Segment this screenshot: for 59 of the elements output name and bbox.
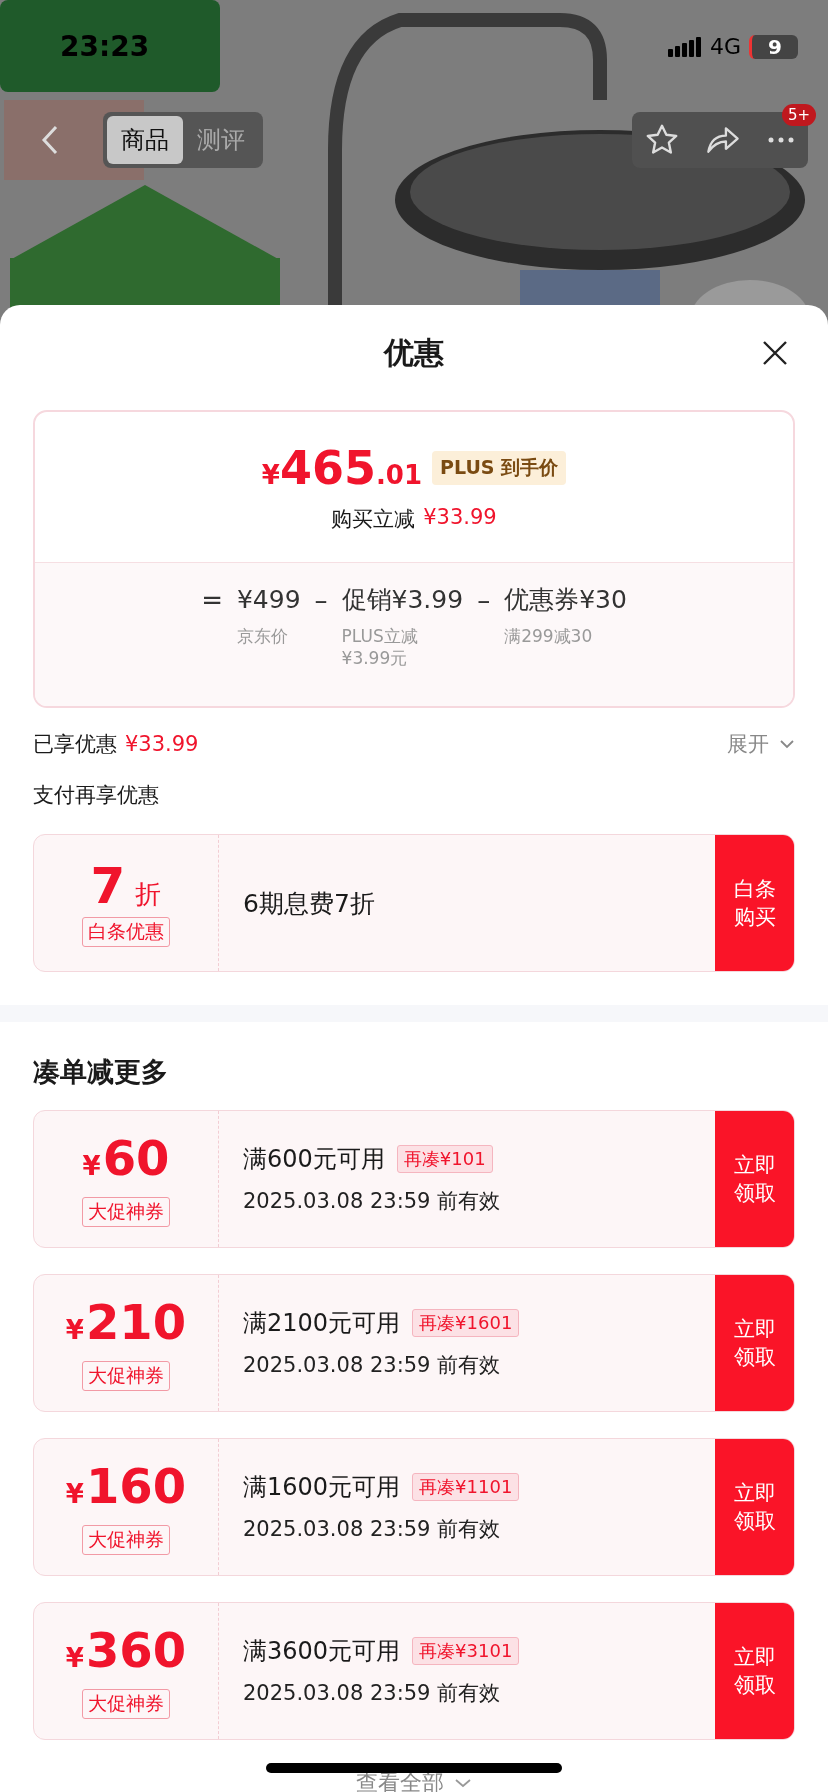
back-icon[interactable] [40, 124, 60, 156]
coupon-validity: 2025.03.08 23:59 前有效 [243, 1352, 502, 1379]
claim-button[interactable]: 立即领取 [715, 1111, 794, 1247]
coupon-condition: 满600元可用 [243, 1144, 385, 1175]
close-icon[interactable] [762, 340, 788, 366]
saving-value: ¥33.99 [423, 505, 497, 531]
formula-value: 促销¥3.99 [341, 584, 464, 616]
section-title: 凑单减更多 [33, 1055, 169, 1089]
formula-caption: PLUS立减¥3.99元 [341, 625, 419, 669]
offer-description: 6期息费7折 [243, 887, 376, 920]
battery-indicator: 9 [749, 34, 798, 59]
claim-button[interactable]: 立即领取 [715, 1275, 794, 1411]
saving-label: 购买立减 [331, 506, 416, 533]
tab[interactable]: 商品 [107, 116, 183, 164]
signal-icon [667, 36, 702, 57]
final-price: ¥465.01 [261, 441, 423, 495]
offer-tag: 白条优惠 [82, 917, 170, 947]
discount-value: 7 [90, 859, 126, 913]
remaining-amount-tag: 再凑¥1601 [412, 1309, 520, 1337]
remaining-amount-tag: 再凑¥101 [396, 1145, 493, 1173]
coupon-condition: 满2100元可用 [243, 1308, 401, 1339]
discount-unit: 折 [135, 878, 162, 911]
formula-operator: – [314, 584, 328, 617]
chevron-down-icon [779, 739, 795, 749]
coupon-amount: ¥210 [65, 1295, 187, 1352]
section-title: 支付再享优惠 [33, 782, 160, 809]
enjoyed-label: 已享优惠 [33, 731, 117, 758]
formula-operator: = [201, 584, 223, 617]
coupon-validity: 2025.03.08 23:59 前有效 [243, 1188, 502, 1215]
coupon-tag: 大促神券 [82, 1197, 170, 1227]
coupon-condition: 满1600元可用 [243, 1472, 401, 1503]
claim-button[interactable]: 立即领取 [715, 1603, 794, 1739]
formula-caption: 京东价 [236, 625, 289, 647]
coupon-validity: 2025.03.08 23:59 前有效 [243, 1680, 502, 1707]
baitiao-buy-button[interactable]: 白条购买 [715, 835, 794, 971]
chevron-down-icon [454, 1778, 472, 1788]
coupon-tag: 大促神券 [82, 1689, 170, 1719]
coupon-tag: 大促神券 [82, 1361, 170, 1391]
formula-value: ¥499 [236, 584, 301, 616]
coupon-amount: ¥360 [65, 1623, 187, 1680]
coupon-tag: 大促神券 [82, 1525, 170, 1555]
coupon-amount: ¥60 [82, 1131, 170, 1188]
formula-value: 优惠券¥30 [504, 584, 627, 616]
remaining-amount-tag: 再凑¥3101 [412, 1637, 520, 1665]
network-label: 4G [709, 34, 741, 59]
formula-caption: 满299减30 [504, 625, 594, 647]
enjoyed-value: ¥33.99 [125, 732, 199, 756]
tab[interactable]: 测评 [183, 116, 259, 164]
remaining-amount-tag: 再凑¥1101 [412, 1473, 520, 1501]
status-time: 23:23 [60, 30, 150, 63]
expand-toggle[interactable]: 展开 [727, 730, 795, 758]
claim-button[interactable]: 立即领取 [715, 1439, 794, 1575]
coupon-validity: 2025.03.08 23:59 前有效 [243, 1516, 502, 1543]
coupon-condition: 满3600元可用 [243, 1636, 401, 1667]
formula-operator: – [477, 584, 491, 617]
plus-price-tag: PLUS 到手价 [432, 451, 567, 485]
notification-badge: 5+ [781, 104, 816, 126]
coupon-amount: ¥160 [65, 1459, 187, 1516]
sheet-title: 优惠 [384, 333, 444, 372]
